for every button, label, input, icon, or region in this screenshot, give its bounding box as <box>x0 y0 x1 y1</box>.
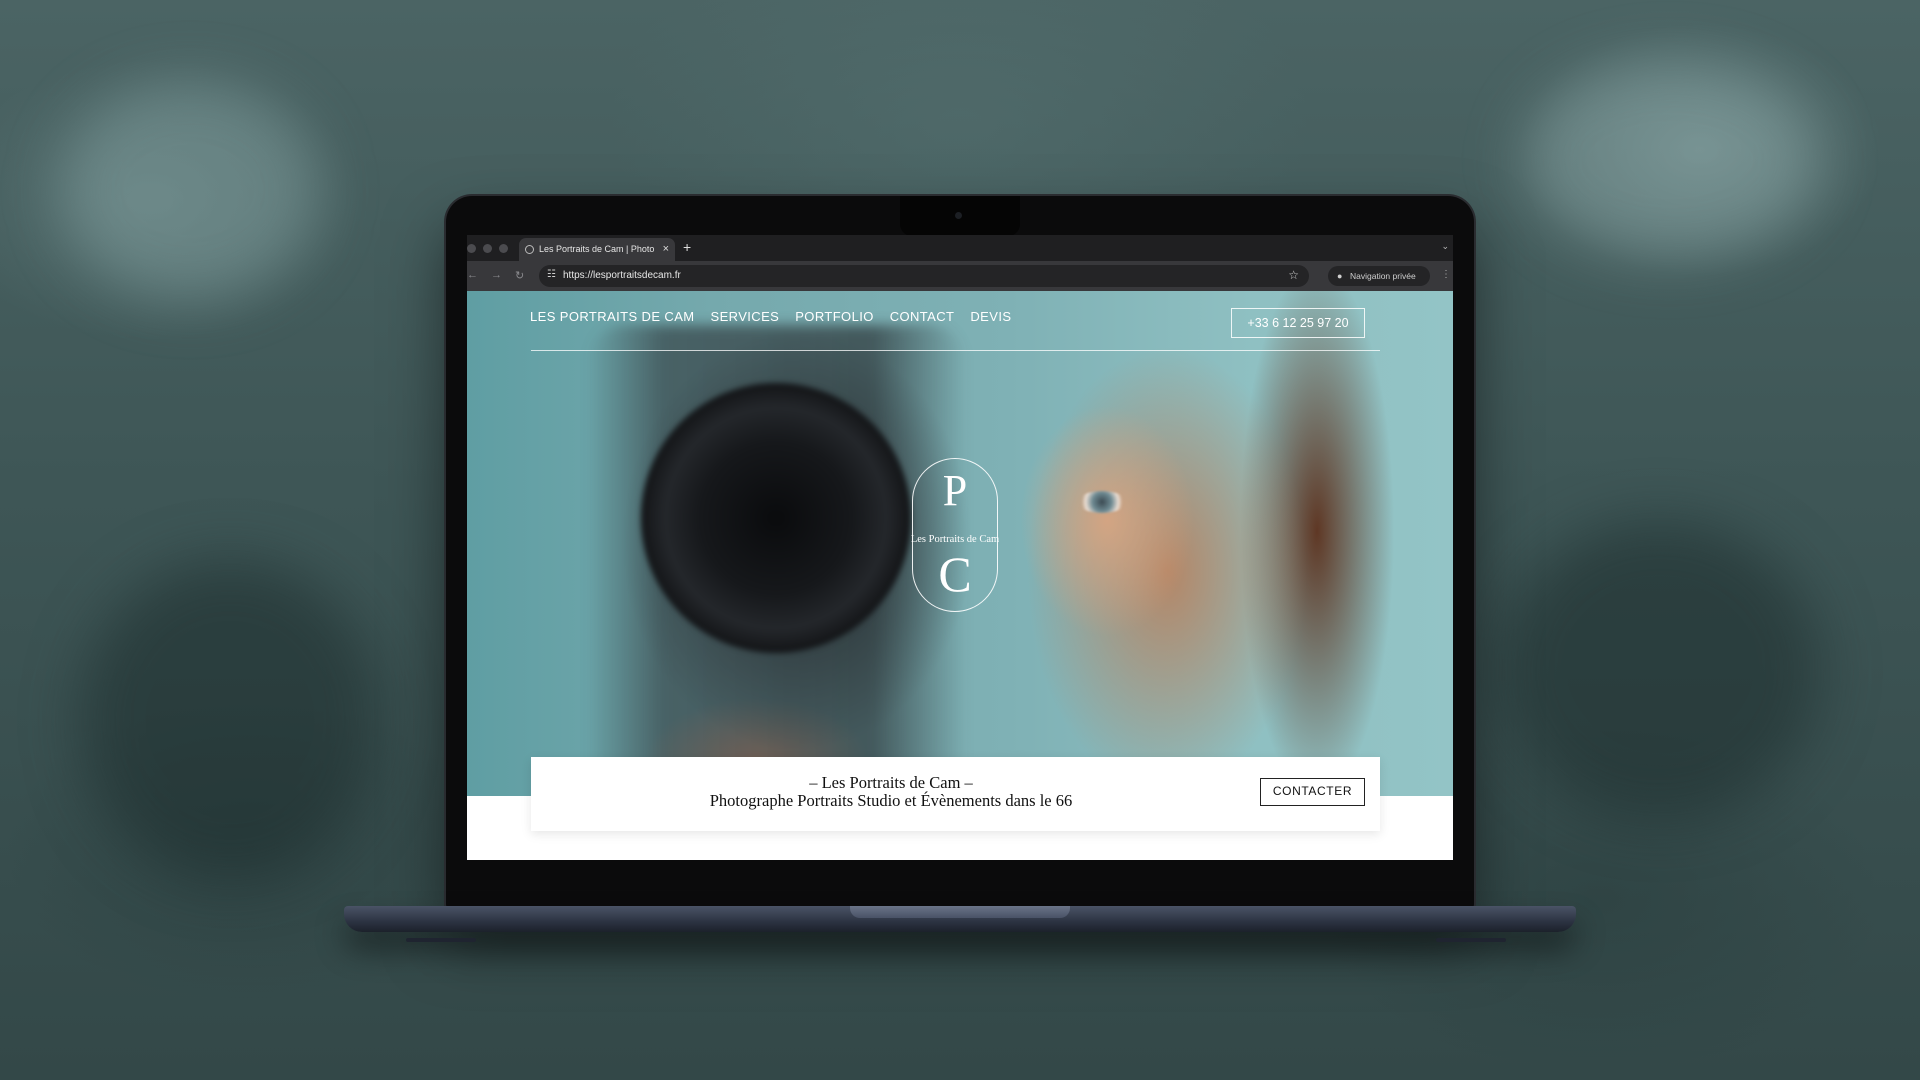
laptop-notch <box>900 196 1020 236</box>
tab-title: Les Portraits de Cam | Photo <box>539 244 655 254</box>
back-arrow-icon[interactable]: ← <box>467 269 478 281</box>
phone-button[interactable]: +33 6 12 25 97 20 <box>1231 308 1365 338</box>
tab-close-icon[interactable]: × <box>663 238 669 261</box>
address-bar[interactable]: ☷ https://lesportraitsdecam.fr ☆ <box>539 265 1309 287</box>
browser-tab-bar: Les Portraits de Cam | Photo × + ⌄ <box>467 235 1453 261</box>
private-browsing-label: Navigation privée <box>1350 271 1416 281</box>
banner-subtitle: Photographe Portraits Studio et Évènemen… <box>709 791 1073 810</box>
nav-home[interactable]: LES PORTRAITS DE CAM <box>530 309 695 324</box>
nav-devis[interactable]: DEVIS <box>970 309 1011 324</box>
url-text[interactable]: https://lesportraitsdecam.fr <box>563 265 681 287</box>
logo-letter-c: C <box>938 546 972 602</box>
new-tab-button[interactable]: + <box>683 239 691 255</box>
camera-lens <box>641 383 911 653</box>
nav-portfolio[interactable]: PORTFOLIO <box>795 309 873 324</box>
star-icon[interactable]: ☆ <box>1288 268 1299 282</box>
laptop-foot <box>406 938 476 942</box>
tune-icon[interactable]: ☷ <box>547 269 556 280</box>
main-nav: LES PORTRAITS DE CAM SERVICES PORTFOLIO … <box>530 309 1011 324</box>
background-shadow <box>1500 520 1820 820</box>
banner-title: – Les Portraits de Cam – <box>809 773 973 792</box>
laptop-lid: Les Portraits de Cam | Photo × + ⌄ ← → ↻… <box>446 196 1474 910</box>
kebab-menu-icon[interactable]: ⋮ <box>1441 269 1451 280</box>
nav-services[interactable]: SERVICES <box>711 309 780 324</box>
background-foliage <box>60 80 320 300</box>
contact-button[interactable]: CONTACTER <box>1260 778 1365 806</box>
incognito-icon: ● <box>1337 271 1343 281</box>
window-minimize-button[interactable] <box>483 244 492 253</box>
webcam <box>955 212 962 219</box>
favicon-icon <box>525 245 534 254</box>
window-close-button[interactable] <box>467 244 476 253</box>
nav-divider <box>531 350 1380 351</box>
reload-icon[interactable]: ↻ <box>515 269 524 282</box>
nav-contact[interactable]: CONTACT <box>890 309 955 324</box>
logo-name: Les Portraits de Cam <box>910 534 1000 545</box>
forward-arrow-icon[interactable]: → <box>491 269 502 281</box>
laptop-screen: Les Portraits de Cam | Photo × + ⌄ ← → ↻… <box>467 235 1453 860</box>
browser-toolbar: ← → ↻ ☷ https://lesportraitsdecam.fr ☆ ●… <box>467 261 1453 292</box>
laptop-base <box>344 906 1576 932</box>
tab-search-icon[interactable]: ⌄ <box>1441 241 1449 252</box>
logo-letter-p: P <box>942 466 968 515</box>
private-browsing-badge[interactable]: ● Navigation privée <box>1328 266 1430 286</box>
laptop-hinge-cutout <box>850 906 1070 918</box>
background-shadow <box>80 560 380 880</box>
model-eye <box>1077 491 1127 513</box>
background-foliage <box>1520 60 1820 260</box>
browser-tab-active[interactable]: Les Portraits de Cam | Photo × <box>519 238 675 261</box>
intro-banner: – Les Portraits de Cam – Photographe Por… <box>531 757 1380 831</box>
webpage: LES PORTRAITS DE CAM SERVICES PORTFOLIO … <box>467 291 1453 860</box>
window-zoom-button[interactable] <box>499 244 508 253</box>
laptop-foot <box>1436 938 1506 942</box>
